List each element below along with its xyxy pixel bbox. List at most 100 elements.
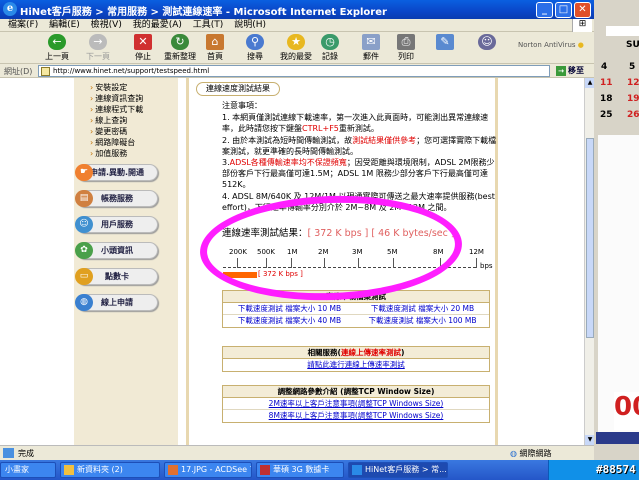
card-icon: ▭ [75, 268, 93, 285]
taskbar: 小畫家 新資料夾 (2) 17.JPG - ACDSee 7.0 華碩 3G 數… [0, 460, 639, 480]
nav-link-value-added[interactable]: 加值服務 [90, 148, 127, 159]
address-input[interactable]: http://www.hinet.net/support/testspeed.h… [38, 65, 550, 77]
history-button[interactable]: ◷ 記錄 [313, 34, 347, 62]
note-3-num: 3. [222, 158, 230, 167]
tcp-8m-link[interactable]: 8M速率以上客戶注意事項(調整TCP Windows Size) [223, 410, 489, 422]
nav-button-online-label: 線上申請 [101, 298, 133, 307]
search-button[interactable]: ⚲ 搜尋 [238, 34, 272, 62]
back-button[interactable]: ← 上一頁 [40, 34, 74, 62]
hand-icon: ☛ [75, 164, 93, 181]
go-button[interactable]: → 移至 [556, 65, 584, 76]
menu-edit[interactable]: 編輯(E) [49, 19, 80, 32]
status-bar: 完成 ◍ 網際網路 [0, 445, 594, 460]
mail-icon: ✉ [362, 34, 380, 50]
task-ie-label: HiNet客戶服務 > 常... [365, 465, 447, 474]
asus-icon [260, 465, 270, 475]
upload-test-link[interactable]: 請點此進行連線上傳速率測試 [223, 359, 489, 371]
history-icon: ◷ [321, 34, 339, 50]
download-100mb-link[interactable]: 下載速度測試 檔案大小 100 MB [356, 315, 489, 327]
minimize-button[interactable]: _ [536, 2, 553, 18]
nav-button-online[interactable]: ◍ 線上申請 [75, 294, 158, 311]
task-acdsee[interactable]: 17.JPG - ACDSee 7.0 [164, 462, 252, 478]
messenger-button[interactable]: ☺ [470, 34, 504, 51]
nav-link-install[interactable]: 安裝設定 [90, 82, 127, 93]
stop-button[interactable]: ✕ 停止 [126, 34, 160, 62]
window-titlebar[interactable]: e HiNet客戶服務 > 常用服務 > 測試連線速率 - Microsoft … [0, 0, 594, 19]
windows-logo-icon: ⊞ [572, 19, 592, 32]
mail-button[interactable]: ✉ 郵件 [354, 34, 388, 62]
note-2-highlight: 測試結果僅供參考 [352, 136, 417, 145]
favorites-label: 我的最愛 [280, 52, 312, 61]
nav-link-download[interactable]: 連線程式下載 [90, 104, 143, 115]
favorites-button[interactable]: ★ 我的最愛 [276, 34, 316, 62]
print-label: 列印 [398, 52, 414, 61]
task-ie-hinet[interactable]: HiNet客戶服務 > 常... [348, 462, 448, 478]
globe-icon: ◍ [510, 449, 517, 458]
mail-label: 郵件 [363, 52, 379, 61]
task-asus-label: 華碩 3G 數據卡 [273, 465, 330, 474]
download-20mb-link[interactable]: 下載速度測試 檔案大小 20 MB [356, 303, 489, 315]
edit-button[interactable]: ✎ [428, 34, 462, 51]
task-folder[interactable]: 新資料夾 (2) [60, 462, 160, 478]
status-text: 完成 [18, 449, 34, 458]
refresh-icon: ↻ [171, 34, 189, 50]
menu-help[interactable]: 說明(H) [234, 19, 266, 32]
maximize-button[interactable]: □ [555, 2, 572, 18]
home-button[interactable]: ⌂ 首頁 [198, 34, 232, 62]
calendar-text: 11 [600, 78, 613, 88]
menu-tools[interactable]: 工具(T) [193, 19, 224, 32]
note-3: 3.ADSL各種傳輸速率均不保證頻寬；因受距離與環境限制，ADSL 2M限務少部… [222, 157, 497, 190]
nav-button-card[interactable]: ▭ 點數卡 [75, 268, 158, 285]
search-icon: ⚲ [246, 34, 264, 50]
note-3-highlight: ADSL各種傳輸速率均不保證頻寬 [229, 158, 347, 167]
ie-page-icon [3, 448, 14, 458]
refresh-button[interactable]: ↻ 重新整理 [160, 34, 200, 62]
nav-link-trouble[interactable]: 網路障礙台 [90, 137, 135, 148]
print-button[interactable]: ⎙ 列印 [389, 34, 423, 62]
menu-view[interactable]: 檢視(V) [91, 19, 122, 32]
toolbar: ← 上一頁 → 下一頁 ✕ 停止 ↻ 重新整理 ⌂ 首頁 ⚲ 搜尋 ★ 我的最愛 ◷ 記錄 ✉ 郵… [0, 32, 594, 64]
menu-file[interactable]: 檔案(F) [8, 19, 38, 32]
nav-button-card-label: 點數卡 [105, 272, 129, 281]
nav-button-apply[interactable]: ☛ 申請.異動.開通 [75, 164, 158, 181]
nav-button-info[interactable]: ✿ 小頭資訊 [75, 242, 158, 259]
back-label: 上一頁 [45, 52, 69, 61]
nav-button-info-label: 小頭資訊 [101, 246, 133, 255]
nav-link-conn-info[interactable]: 連線資訊查詢 [90, 93, 143, 104]
forward-arrow-icon: → [89, 34, 107, 50]
nav-button-billing[interactable]: ▤ 帳務服務 [75, 190, 158, 207]
download-40mb-link[interactable]: 下載速度測試 檔案大小 40 MB [223, 315, 356, 327]
nav-button-user[interactable]: ☺ 用戶服務 [75, 216, 158, 233]
forward-label: 下一頁 [86, 52, 110, 61]
norton-antivirus[interactable]: Norton AntiVirus ● [518, 41, 584, 49]
task-asus-3g[interactable]: 華碩 3G 數據卡 [256, 462, 344, 478]
home-label: 首頁 [207, 52, 223, 61]
desktop-ad-strip [596, 432, 639, 444]
notes-title: 注意事項： [222, 101, 262, 110]
calendar-text: 4 [601, 62, 608, 72]
nav-link-password[interactable]: 變更密碼 [90, 126, 127, 137]
calendar-text: 25 [600, 110, 613, 120]
forward-button[interactable]: → 下一頁 [81, 34, 115, 62]
scale-tick [476, 258, 477, 268]
nav-link-query[interactable]: 線上查詢 [90, 115, 127, 126]
menu-favorites[interactable]: 我的最愛(A) [133, 19, 182, 32]
scroll-thumb[interactable] [586, 138, 594, 338]
back-arrow-icon: ← [48, 34, 66, 50]
download-10mb-link[interactable]: 下載速度測試 檔案大小 10 MB [223, 303, 356, 315]
desktop-ad-text-box: 006 [614, 392, 639, 430]
tcp-2m-link[interactable]: 2M速率以上客戶注意事項(調整TCP Windows Size) [223, 398, 489, 410]
tcp-window-title: 調整網路參數介紹 (調整TCP Window Size) [223, 386, 489, 398]
task-paint[interactable]: 小畫家 [0, 462, 56, 478]
note-1: 1. 本網頁僅測試連線下載速率，第一次進入此頁面時，可能測出異常連線速率，此時請… [222, 112, 497, 134]
messenger-icon: ☺ [478, 34, 496, 50]
close-button[interactable]: ✕ [574, 2, 591, 18]
info-icon: ✿ [75, 242, 93, 259]
desktop-window-fragment [606, 26, 639, 36]
home-icon: ⌂ [206, 34, 224, 50]
vertical-scrollbar[interactable]: ▲ ▼ [584, 78, 595, 445]
upload-test-table: 相關服務(連線上傳速率測試) 請點此進行連線上傳速率測試 [222, 346, 490, 372]
globe-icon: ◍ [75, 294, 93, 311]
nav-button-apply-label: 申請.異動.開通 [89, 168, 145, 177]
folder-icon [64, 465, 74, 475]
